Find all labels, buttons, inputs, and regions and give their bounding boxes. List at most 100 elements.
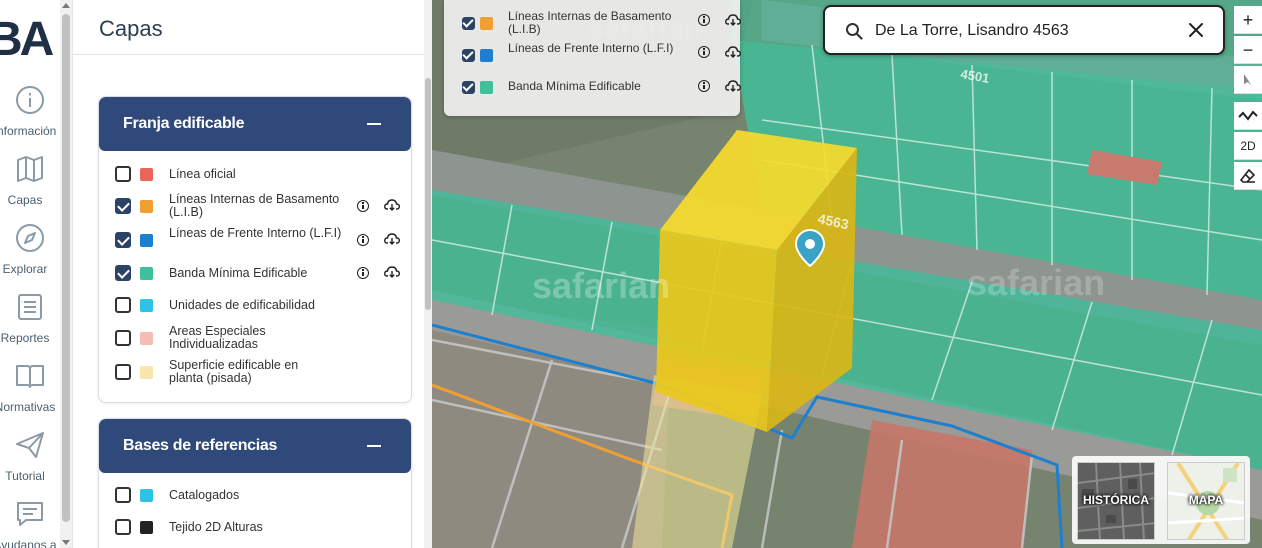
layer-checkbox[interactable] bbox=[115, 232, 131, 248]
compass-button[interactable] bbox=[1234, 66, 1262, 94]
legend-row[interactable]: Líneas Internas de Basamento (L.I.B) bbox=[444, 9, 741, 40]
section-title: Franja edificable bbox=[123, 115, 245, 132]
rail-item-normativas[interactable]: Normativas bbox=[0, 360, 60, 420]
legend-label: Líneas Internas de Basamento (L.I.B) bbox=[508, 9, 672, 36]
layer-row[interactable]: Tejido 2D Alturas bbox=[99, 513, 411, 543]
rail-item-capas[interactable]: Capas bbox=[0, 153, 60, 213]
layer-label: Unidades de edificabilidad bbox=[169, 298, 315, 312]
map-view[interactable]: 4501 4563 safarian safarian safarian Lín… bbox=[432, 0, 1262, 548]
info-icon[interactable] bbox=[698, 80, 710, 92]
cloud-download-icon[interactable] bbox=[725, 14, 741, 26]
layer-label: Catalogados bbox=[169, 488, 240, 502]
compass-icon bbox=[16, 224, 44, 252]
collapse-icon[interactable] bbox=[367, 123, 381, 125]
cloud-download-icon[interactable] bbox=[725, 46, 741, 58]
layer-checkbox[interactable] bbox=[115, 519, 131, 535]
close-icon[interactable] bbox=[1187, 21, 1205, 39]
info-icon[interactable] bbox=[698, 14, 710, 26]
layer-row[interactable]: Unidades de edificabilidad bbox=[99, 290, 411, 320]
legend-checkbox[interactable] bbox=[462, 81, 475, 94]
legend-label: Líneas de Frente Interno (L.F.I) bbox=[508, 41, 674, 55]
layer-checkbox[interactable] bbox=[115, 487, 131, 503]
layer-checkbox[interactable] bbox=[115, 297, 131, 313]
layer-checkbox[interactable] bbox=[115, 364, 131, 380]
panel-scroll-thumb[interactable] bbox=[425, 78, 431, 310]
eraser-button[interactable] bbox=[1234, 162, 1262, 190]
rail-label-normativas: Normativas bbox=[0, 400, 56, 414]
legend-checkbox[interactable] bbox=[462, 17, 475, 30]
rail-label-reportes: Reportes bbox=[0, 331, 50, 345]
scroll-up-arrow[interactable] bbox=[62, 3, 70, 8]
layer-row[interactable]: Superficie edificable en planta (pisada) bbox=[99, 357, 411, 387]
layer-row[interactable]: Líneas Internas de Basamento (L.I.B) bbox=[99, 191, 411, 221]
section-header[interactable]: Bases de referencias bbox=[99, 419, 411, 473]
layers-panel: Capas Franja edificable Línea oficial Lí… bbox=[72, 0, 432, 548]
ba-logo[interactable]: BA bbox=[0, 14, 60, 66]
layer-label: Banda Mínima Edificable bbox=[169, 266, 308, 280]
book-icon bbox=[16, 365, 44, 388]
basemap-historica-button[interactable]: HISTÓRICA bbox=[1077, 462, 1155, 540]
basemap-label: MAPA bbox=[1188, 493, 1224, 507]
legend-checkbox[interactable] bbox=[462, 49, 475, 62]
rail-item-explorar[interactable]: Explorar bbox=[0, 222, 60, 282]
section-title: Bases de referencias bbox=[123, 437, 278, 454]
address-search-box[interactable]: De La Torre, Lisandro 4563 bbox=[823, 5, 1225, 55]
rail-item-informacion[interactable]: Información bbox=[0, 84, 60, 144]
rail-label-informacion: Información bbox=[0, 124, 57, 138]
layer-row[interactable]: Líneas de Frente Interno (L.F.I) bbox=[99, 225, 411, 255]
legend-swatch bbox=[480, 17, 493, 30]
layer-checkbox[interactable] bbox=[115, 166, 131, 182]
legend-row[interactable]: Banda Mínima Edificable bbox=[444, 74, 741, 104]
layer-row[interactable]: Catalogados bbox=[99, 481, 411, 511]
info-icon[interactable] bbox=[357, 267, 369, 279]
collapse-icon[interactable] bbox=[367, 445, 381, 447]
info-icon[interactable] bbox=[698, 46, 710, 58]
rail-scroll-thumb[interactable] bbox=[62, 14, 70, 522]
layer-row[interactable]: Areas Especiales Individualizadas bbox=[99, 323, 411, 353]
layer-label: Areas Especiales Individualizadas bbox=[169, 324, 266, 351]
rail-scrollbar[interactable] bbox=[60, 0, 72, 548]
rail-item-ayudanos[interactable]: Ayudanos a bbox=[0, 498, 60, 548]
layer-swatch bbox=[140, 299, 153, 312]
layer-label: Líneas Internas de Basamento (L.I.B) bbox=[169, 192, 340, 219]
map-icon bbox=[17, 156, 43, 182]
layer-checkbox[interactable] bbox=[115, 330, 131, 346]
section-header[interactable]: Franja edificable bbox=[99, 97, 411, 151]
cloud-download-icon[interactable] bbox=[725, 80, 741, 92]
rail-item-tutorial[interactable]: Tutorial bbox=[0, 429, 60, 489]
report-icon bbox=[18, 294, 42, 320]
legend-row[interactable]: Líneas de Frente Interno (L.F.I) bbox=[444, 41, 741, 72]
line-chart-icon bbox=[1238, 110, 1258, 121]
panel-scrollbar[interactable] bbox=[424, 0, 432, 548]
watermark-text: safarian bbox=[532, 265, 670, 306]
legend-swatch bbox=[480, 81, 493, 94]
layer-label: Líneas de Frente Interno (L.F.I) bbox=[169, 226, 342, 240]
layer-row[interactable]: Línea oficial bbox=[99, 159, 411, 189]
zoom-in-button[interactable]: + bbox=[1234, 6, 1262, 34]
zoom-out-button[interactable]: − bbox=[1234, 36, 1262, 64]
scroll-down-arrow[interactable] bbox=[62, 540, 70, 545]
section-franja-edificable: Franja edificable Línea oficial Líneas I… bbox=[98, 96, 412, 403]
basemap-switcher: HISTÓRICA MAPA bbox=[1072, 456, 1250, 544]
cloud-download-icon[interactable] bbox=[384, 266, 400, 278]
rail-item-reportes[interactable]: Reportes bbox=[0, 291, 60, 351]
layer-checkbox[interactable] bbox=[115, 198, 131, 214]
section-bases-de-referencias: Bases de referencias Catalogados Tejido … bbox=[98, 418, 412, 548]
layer-swatch bbox=[140, 234, 153, 247]
terrain-button[interactable] bbox=[1234, 102, 1262, 130]
north-arrow-icon bbox=[1244, 74, 1252, 86]
view-mode-2d-button[interactable]: 2D bbox=[1234, 132, 1262, 160]
info-icon[interactable] bbox=[357, 234, 369, 246]
search-input[interactable]: De La Torre, Lisandro 4563 bbox=[875, 22, 1069, 40]
layer-label: Superficie edificable en planta (pisada) bbox=[169, 358, 299, 385]
cloud-download-icon[interactable] bbox=[384, 199, 400, 211]
map-legend: Líneas Internas de Basamento (L.I.B) Lín… bbox=[444, 0, 741, 116]
rail-label-explorar: Explorar bbox=[2, 262, 48, 276]
layer-swatch bbox=[140, 521, 153, 534]
basemap-label: HISTÓRICA bbox=[1083, 493, 1149, 507]
cloud-download-icon[interactable] bbox=[384, 233, 400, 245]
basemap-mapa-button[interactable]: MAPA bbox=[1167, 462, 1245, 540]
layer-checkbox[interactable] bbox=[115, 265, 131, 281]
layer-row[interactable]: Banda Mínima Edificable bbox=[99, 258, 411, 288]
info-icon[interactable] bbox=[357, 200, 369, 212]
